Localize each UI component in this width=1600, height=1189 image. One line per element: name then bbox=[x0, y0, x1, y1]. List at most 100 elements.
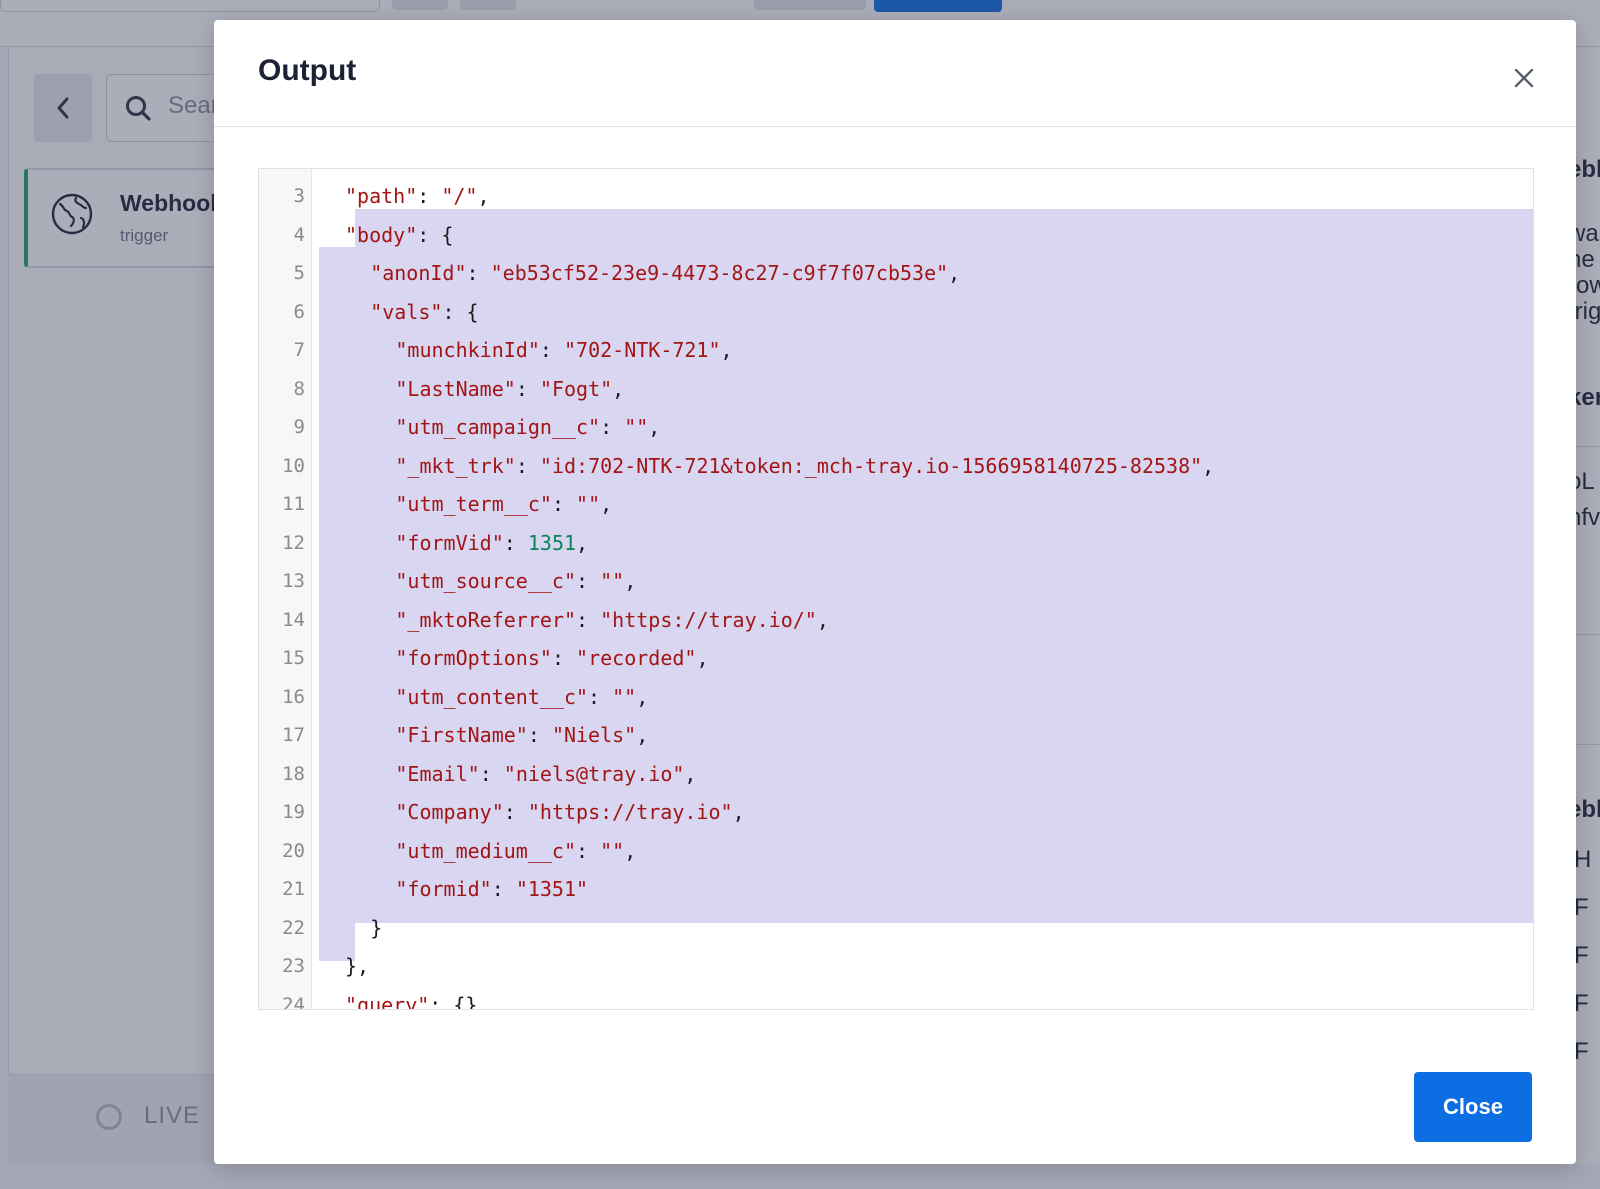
code-line: 12 "formVid": 1351, bbox=[259, 524, 1533, 563]
json-punctuation: : bbox=[576, 569, 601, 593]
json-string: "702-NTK-721" bbox=[563, 338, 721, 362]
code-line: 23}, bbox=[259, 947, 1533, 986]
json-punctuation: , bbox=[624, 838, 637, 863]
json-string: "https://tray.io/" bbox=[600, 607, 817, 632]
code-line: 17 "FirstName": "Niels", bbox=[259, 716, 1533, 755]
line-number: 24 bbox=[282, 993, 305, 1010]
json-punctuation: , bbox=[696, 646, 709, 670]
json-punctuation: : bbox=[576, 607, 601, 632]
json-punctuation: , bbox=[648, 415, 661, 439]
code-line: 14 "_mktoReferrer": "https://tray.io/", bbox=[259, 601, 1533, 640]
line-number: 23 bbox=[282, 955, 305, 977]
json-key: "utm_source__c" bbox=[395, 569, 577, 593]
code-line: 9 "utm_campaign__c": "", bbox=[259, 408, 1533, 447]
json-punctuation: : bbox=[503, 530, 528, 555]
json-punctuation: , bbox=[720, 338, 733, 362]
code-line: 24 "query": {}, bbox=[259, 986, 1533, 1010]
json-string: "" bbox=[576, 492, 601, 516]
json-string: "" bbox=[600, 569, 625, 593]
json-punctuation: , bbox=[636, 684, 649, 709]
close-icon bbox=[1514, 68, 1534, 88]
code-text: "utm_content__c": "", bbox=[345, 678, 648, 717]
json-code-viewer[interactable]: 3 "path": "/", 4 "body": {5 "anonId": "eb53c… bbox=[258, 168, 1534, 1010]
json-key: "formid" bbox=[395, 877, 492, 901]
line-number: 13 bbox=[282, 570, 305, 592]
code-text: "formOptions": "recorded", bbox=[345, 639, 709, 678]
json-key: "path" bbox=[345, 184, 418, 208]
json-string: "niels@tray.io" bbox=[503, 761, 685, 786]
json-punctuation: : bbox=[503, 800, 528, 824]
code-line: 6 "vals": { bbox=[259, 293, 1533, 332]
code-line: 3 "path": "/", bbox=[259, 177, 1533, 216]
json-key: "query" bbox=[345, 992, 430, 1010]
line-number: 6 bbox=[293, 300, 305, 323]
code-text: }, bbox=[345, 947, 369, 986]
code-line: 19 "Company": "https://tray.io", bbox=[259, 793, 1533, 832]
code-text: "anonId": "eb53cf52-23e9-4473-8c27-c9f7f… bbox=[345, 254, 960, 293]
json-string: "https://tray.io" bbox=[527, 800, 733, 824]
line-number: 22 bbox=[282, 916, 305, 939]
close-icon-button[interactable] bbox=[1508, 62, 1540, 94]
json-key: "formVid" bbox=[395, 530, 504, 555]
json-punctuation: , bbox=[1202, 453, 1215, 478]
json-punctuation: : { bbox=[417, 222, 454, 247]
line-number: 10 bbox=[282, 454, 305, 477]
json-string: "eb53cf52-23e9-4473-8c27-c9f7f07cb53e" bbox=[490, 261, 949, 285]
line-number: 17 bbox=[282, 724, 305, 746]
code-text: "LastName": "Fogt", bbox=[345, 370, 624, 409]
line-number: 19 bbox=[282, 801, 305, 823]
json-punctuation: : bbox=[551, 492, 577, 516]
code-text: "utm_medium__c": "", bbox=[345, 832, 636, 871]
json-key: "vals" bbox=[370, 299, 443, 324]
json-key: "_mkt_trk" bbox=[395, 453, 516, 478]
json-key: "body" bbox=[345, 222, 418, 247]
line-number: 3 bbox=[293, 185, 305, 207]
json-punctuation: , bbox=[636, 723, 649, 747]
json-punctuation: : bbox=[515, 376, 540, 401]
code-text: "vals": { bbox=[345, 293, 478, 332]
code-text: "body": { bbox=[345, 216, 453, 255]
modal-header: Output bbox=[214, 20, 1576, 127]
json-punctuation: , bbox=[612, 376, 625, 401]
json-key: "utm_term__c" bbox=[395, 492, 552, 516]
json-string: "" bbox=[612, 684, 637, 709]
code-line: 7 "munchkinId": "702-NTK-721", bbox=[259, 331, 1533, 370]
close-button[interactable]: Close bbox=[1414, 1072, 1532, 1142]
json-punctuation: }, bbox=[345, 954, 370, 978]
code-text: "formVid": 1351, bbox=[345, 524, 588, 563]
json-string: "/" bbox=[441, 184, 478, 208]
code-text: "FirstName": "Niels", bbox=[345, 716, 648, 755]
code-lines: 3 "path": "/", 4 "body": {5 "anonId": "eb53c… bbox=[259, 177, 1533, 1010]
line-number: 18 bbox=[282, 762, 305, 785]
code-text: "utm_campaign__c": "", bbox=[345, 408, 660, 447]
json-key: "LastName" bbox=[395, 376, 516, 401]
json-string: "id:702-NTK-721&token:_mch-tray.io-15669… bbox=[539, 453, 1203, 478]
output-modal: Output 3 "path": "/", 4 "body": {5 "anonId":… bbox=[214, 20, 1576, 1164]
json-punctuation: , bbox=[948, 261, 961, 285]
code-line: 15 "formOptions": "recorded", bbox=[259, 639, 1533, 678]
json-key: "formOptions" bbox=[395, 646, 552, 670]
json-punctuation: : {}, bbox=[429, 992, 490, 1010]
code-text: "Email": "niels@tray.io", bbox=[345, 755, 696, 794]
code-text: "utm_term__c": "", bbox=[345, 485, 612, 524]
modal-title: Output bbox=[258, 54, 357, 87]
code-text: "utm_source__c": "", bbox=[345, 562, 636, 601]
code-text: "munchkinId": "702-NTK-721", bbox=[345, 331, 733, 370]
json-punctuation: : bbox=[466, 261, 491, 285]
json-key: "utm_content__c" bbox=[395, 684, 589, 709]
json-string: "recorded" bbox=[576, 646, 697, 670]
line-number: 8 bbox=[293, 377, 305, 400]
json-punctuation: : bbox=[588, 684, 613, 709]
code-text: "_mktoReferrer": "https://tray.io/", bbox=[345, 601, 829, 640]
code-line: 8 "LastName": "Fogt", bbox=[259, 370, 1533, 409]
json-string: "Niels" bbox=[551, 723, 637, 747]
json-key: "Email" bbox=[395, 761, 480, 786]
json-punctuation: , bbox=[477, 184, 490, 208]
json-string: "" bbox=[600, 838, 625, 863]
code-line: 11 "utm_term__c": "", bbox=[259, 485, 1533, 524]
code-line: 22} bbox=[259, 909, 1533, 948]
code-line: 21 "formid": "1351" bbox=[259, 870, 1533, 909]
json-string: "" bbox=[624, 415, 649, 439]
code-line: 4 "body": { bbox=[259, 216, 1533, 255]
json-punctuation: , bbox=[600, 492, 613, 516]
